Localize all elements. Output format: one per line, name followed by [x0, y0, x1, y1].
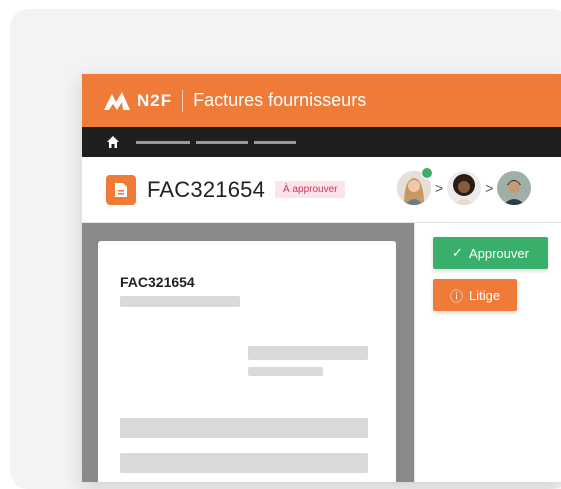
info-icon: ⓘ	[449, 288, 463, 304]
approve-button[interactable]: ✓ Approuver	[433, 237, 548, 269]
app-title: Factures fournisseurs	[193, 90, 367, 110]
document-icon	[106, 174, 136, 205]
approved-check-icon	[421, 167, 433, 179]
nav-item-placeholder[interactable]	[254, 140, 296, 144]
text-placeholder	[248, 367, 323, 376]
nav-item-placeholder[interactable]	[136, 140, 190, 144]
chevron-right-icon: >	[485, 180, 494, 196]
chevron-right-icon: >	[435, 180, 444, 196]
header-divider	[182, 89, 184, 112]
n2f-logo-icon	[104, 91, 130, 110]
document-viewer: FAC321654	[82, 223, 414, 482]
preview-invoice-id: FAC321654	[120, 274, 195, 290]
approve-label: Approuver	[468, 245, 529, 261]
home-icon[interactable]	[106, 135, 120, 149]
invoice-header: FAC321654 À approuver > >	[82, 157, 561, 223]
dispute-button[interactable]: ⓘ Litige	[433, 279, 517, 311]
invoice-preview: FAC321654	[98, 241, 396, 482]
text-placeholder	[248, 346, 368, 360]
text-placeholder	[120, 418, 368, 438]
check-icon: ✓	[452, 245, 463, 260]
avatar	[447, 171, 482, 205]
app-window: N2F Factures fournisseurs FAC321654 À ap…	[82, 74, 561, 482]
brand-name: N2F	[137, 90, 173, 110]
actions-panel: ✓ Approuver ⓘ Litige	[414, 223, 561, 482]
avatar	[497, 171, 532, 205]
text-placeholder	[120, 453, 368, 473]
dispute-label: Litige	[468, 287, 501, 303]
invoice-id: FAC321654	[147, 176, 265, 202]
nav-bar	[82, 127, 561, 157]
top-bar: N2F Factures fournisseurs	[82, 74, 561, 127]
status-badge: À approuver	[275, 181, 346, 198]
text-placeholder	[120, 296, 240, 307]
nav-item-placeholder[interactable]	[196, 140, 248, 144]
approval-workflow: > >	[397, 171, 532, 205]
